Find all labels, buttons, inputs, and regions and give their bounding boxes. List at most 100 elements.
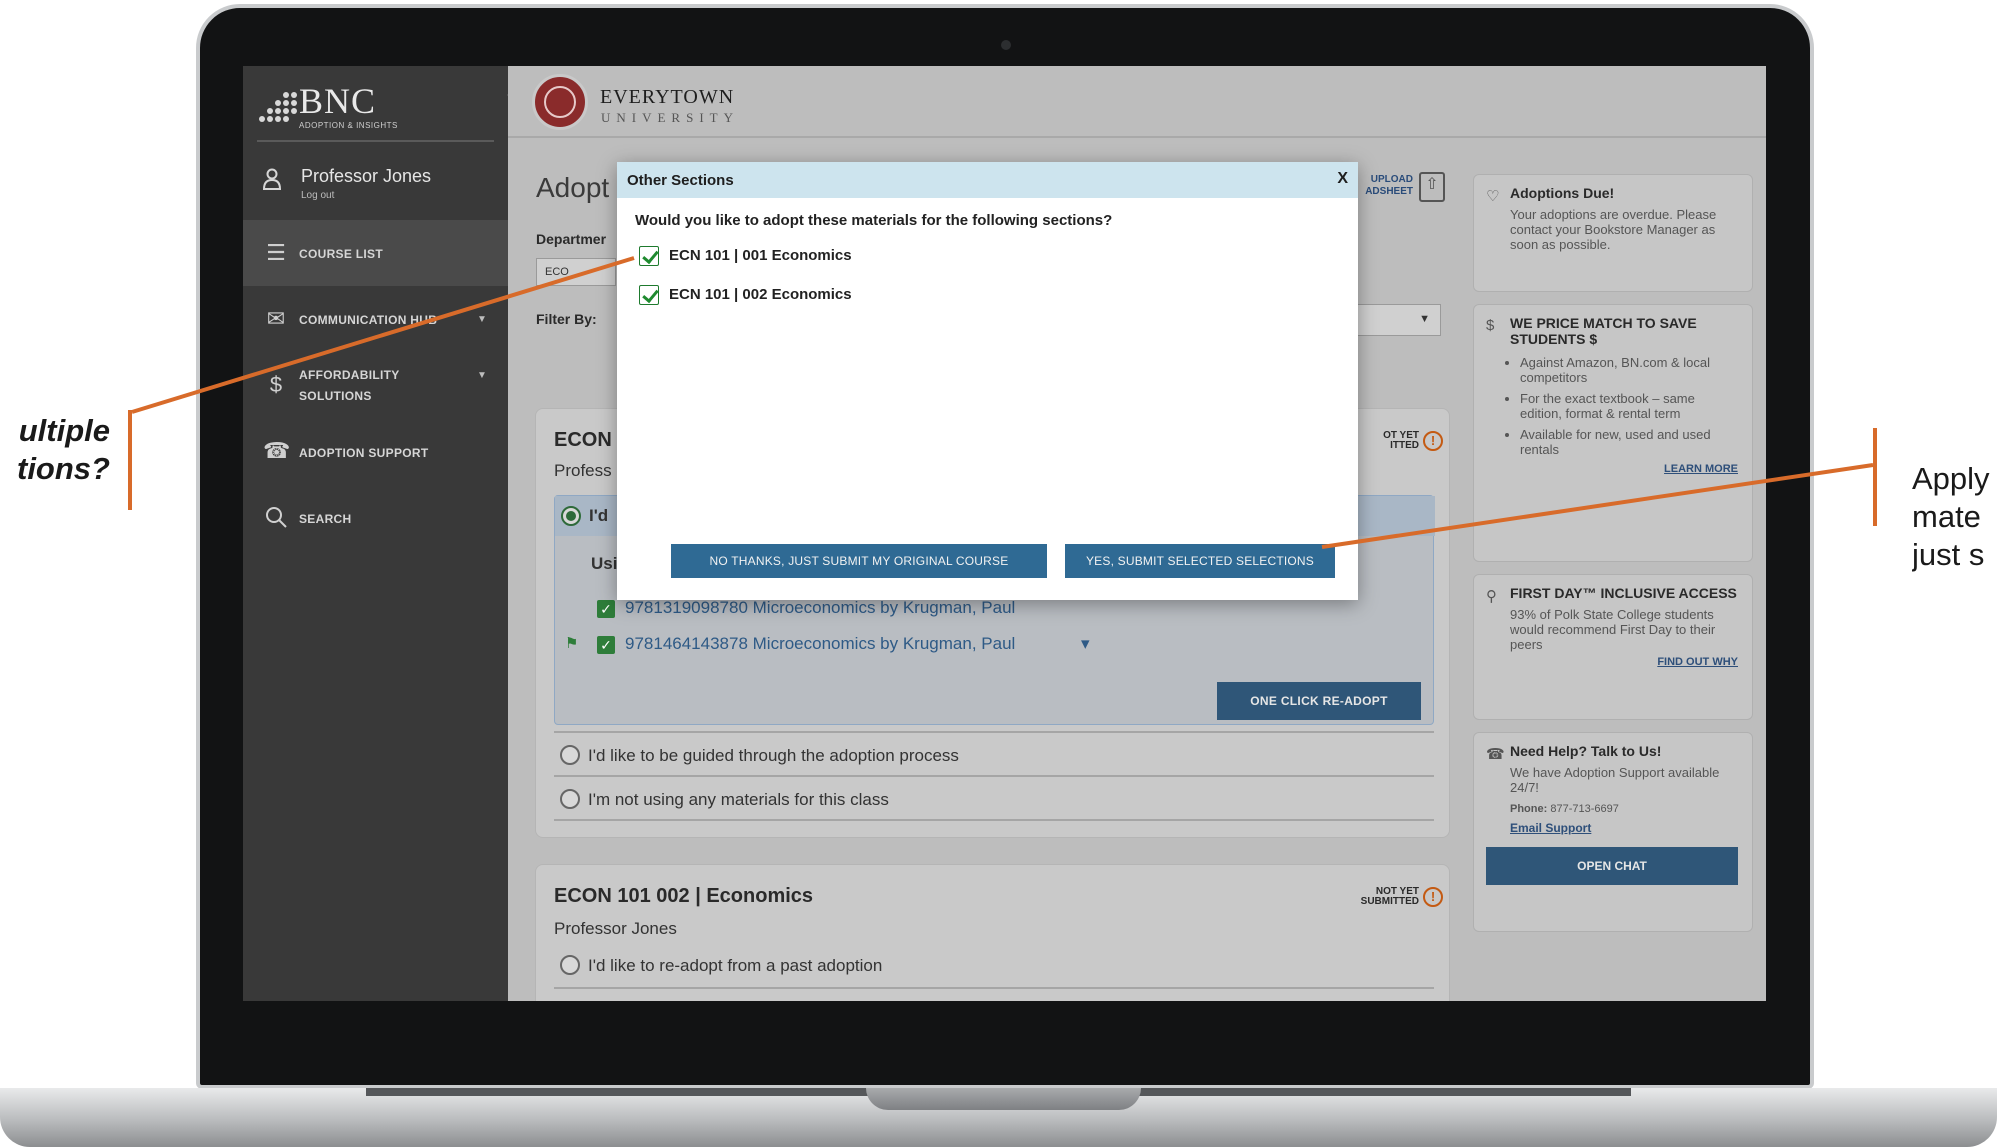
- open-chat-button[interactable]: OPEN CHAT: [1486, 847, 1738, 885]
- row-divider: [554, 819, 1434, 821]
- clipboard-icon: ☰: [266, 240, 286, 265]
- right-bracket: [1873, 428, 1877, 526]
- one-click-readopt-button[interactable]: ONE CLICK RE-ADOPT: [1217, 682, 1421, 720]
- find-out-why-link[interactable]: FIND OUT WHY: [1510, 656, 1738, 668]
- modal-header: Other Sections X: [617, 162, 1358, 198]
- department-label: Departmer: [536, 231, 607, 247]
- upload-label-line2: ADSHEET: [1365, 186, 1413, 197]
- guided-radio[interactable]: [560, 745, 580, 765]
- readopt-radio[interactable]: [561, 506, 581, 526]
- app-screen: BNC ADOPTION & INSIGHTS Professor Jones …: [243, 66, 1766, 1001]
- camera: [1001, 40, 1011, 50]
- readopt-label: I'd: [589, 506, 609, 525]
- sidebar-item-label: COURSE LIST: [299, 247, 383, 261]
- logout-link[interactable]: Log out: [301, 190, 334, 201]
- sidebar-item-label-2: SOLUTIONS: [299, 389, 372, 403]
- row-divider: [554, 731, 1434, 733]
- sidebar-item-affordability[interactable]: $ AFFORDABILITY SOLUTIONS ▼: [243, 352, 508, 418]
- user-name: Professor Jones: [301, 166, 432, 186]
- section-label: ECN 101 | 001 Economics: [669, 247, 852, 264]
- filter-label: Filter By:: [536, 311, 597, 327]
- modal-question: Would you like to adopt these materials …: [635, 212, 1113, 229]
- book2-checkbox[interactable]: ✓: [597, 636, 615, 654]
- price-match-card: $ WE PRICE MATCH TO SAVE STUDENTS $ Agai…: [1473, 304, 1753, 562]
- book1-link[interactable]: 9781319098780 Microeconomics by Krugman,…: [625, 598, 1015, 618]
- phone-number: 877-713-6697: [1550, 803, 1619, 815]
- yes-submit-button[interactable]: YES, SUBMIT SELECTED SELECTIONS: [1065, 544, 1335, 578]
- user-profile: Professor Jones Log out: [263, 166, 503, 206]
- page-title: Adopt: [536, 172, 610, 203]
- university-name: EVERYTOWN: [600, 86, 735, 108]
- flag-icon: ⚑: [565, 635, 579, 652]
- close-icon[interactable]: X: [1337, 170, 1348, 188]
- book2-link[interactable]: 9781464143878 Microeconomics by Krugman,…: [625, 634, 1015, 654]
- row-divider: [554, 987, 1434, 989]
- list-item: Against Amazon, BN.com & local competito…: [1520, 355, 1738, 385]
- logo-subtitle: ADOPTION & INSIGHTS: [299, 121, 398, 130]
- upload-spreadsheet-button[interactable]: UPLOAD ADSHEET ⇧: [1353, 172, 1453, 208]
- header: EVERYTOWN UNIVERSITY: [508, 66, 1766, 138]
- card-title: Need Help? Talk to Us!: [1510, 743, 1662, 759]
- need-help-card: ☎ Need Help? Talk to Us! We have Adoptio…: [1473, 732, 1753, 932]
- search-icon: ⚲: [1486, 588, 1497, 605]
- sidebar-item-course-list[interactable]: ☰ COURSE LIST: [243, 220, 508, 286]
- alert-icon: !: [1423, 887, 1443, 907]
- sidebar-item-label: AFFORDABILITY: [299, 368, 400, 382]
- bnc-logo[interactable]: BNC ADOPTION & INSIGHTS: [257, 78, 497, 138]
- bell-icon: ♡: [1486, 188, 1500, 205]
- left-callout-line1: ultiple: [18, 413, 110, 448]
- email-support-link[interactable]: Email Support: [1510, 821, 1738, 835]
- left-callout: ultiple tions?: [0, 412, 110, 488]
- sidebar: BNC ADOPTION & INSIGHTS Professor Jones …: [243, 66, 508, 1001]
- sidebar-item-search[interactable]: SEARCH: [243, 484, 508, 550]
- user-icon: [263, 168, 281, 190]
- modal-title: Other Sections: [627, 172, 734, 189]
- card-title: Adoptions Due!: [1510, 185, 1615, 201]
- laptop-notch: [866, 1088, 1141, 1110]
- logo-text: BNC: [299, 81, 377, 121]
- phone-icon: ☎: [263, 438, 291, 463]
- phone-label: Phone:: [1510, 803, 1548, 815]
- book1-checkbox[interactable]: ✓: [597, 600, 615, 618]
- row-divider: [554, 775, 1434, 777]
- not-using-label: I'm not using any materials for this cla…: [588, 790, 889, 809]
- no-thanks-button[interactable]: NO THANKS, JUST SUBMIT MY ORIGINAL COURS…: [671, 544, 1047, 578]
- course-professor: Profess: [554, 461, 612, 480]
- course-title: ECON 101 002 | Economics: [554, 885, 814, 907]
- not-using-radio[interactable]: [560, 789, 580, 809]
- chevron-down-icon: ▼: [477, 370, 487, 381]
- section-checkbox[interactable]: [639, 285, 659, 305]
- sidebar-item-label: SEARCH: [299, 512, 352, 526]
- course-card-econ101-002: ECON 101 002 | Economics Professor Jones…: [535, 864, 1450, 1001]
- upload-label: UPLOAD ADSHEET: [1353, 174, 1413, 198]
- university-seal-icon: [532, 74, 588, 130]
- section-checkbox[interactable]: [639, 246, 659, 266]
- card-body: Your adoptions are overdue. Please conta…: [1510, 207, 1717, 252]
- learn-more-link[interactable]: LEARN MORE: [1510, 463, 1738, 475]
- right-callout-line3: just s: [1912, 537, 1985, 572]
- right-callout-line2: mate: [1912, 499, 1981, 534]
- card-body: We have Adoption Support available 24/7!: [1510, 765, 1720, 795]
- course-professor: Professor Jones: [554, 919, 677, 938]
- readopt-label: I'd like to re-adopt from a past adoptio…: [588, 956, 883, 975]
- upload-label-line1: UPLOAD: [1370, 174, 1413, 185]
- sidebar-item-adoption-support[interactable]: ☎ ADOPTION SUPPORT: [243, 418, 508, 484]
- card-body: 93% of Polk State College students would…: [1510, 607, 1716, 652]
- sidebar-item-communication-hub[interactable]: ✉ COMMUNICATION HUB ▼: [243, 286, 508, 352]
- chevron-down-icon[interactable]: ▾: [1081, 634, 1090, 654]
- status-line2: SUBMITTED: [1360, 896, 1419, 907]
- readopt-radio[interactable]: [560, 955, 580, 975]
- right-callout: Apply mate just s: [1912, 460, 1997, 574]
- section-label: ECN 101 | 002 Economics: [669, 286, 852, 303]
- caret-down-icon: ▼: [1419, 313, 1430, 325]
- first-day-card: ⚲ FIRST DAY™ INCLUSIVE ACCESS 93% of Pol…: [1473, 574, 1753, 720]
- sidebar-item-label: ADOPTION SUPPORT: [299, 446, 429, 460]
- chevron-down-icon: ▼: [477, 314, 487, 325]
- left-bracket: [128, 410, 132, 510]
- university-subtitle: UNIVERSITY: [601, 110, 739, 125]
- department-select[interactable]: ECO: [536, 258, 616, 286]
- adoptions-due-card: ♡ Adoptions Due! Your adoptions are over…: [1473, 174, 1753, 292]
- status-badge: NOT YET SUBMITTED !: [1319, 887, 1443, 907]
- sidebar-divider: [257, 140, 494, 142]
- card-title: FIRST DAY™ INCLUSIVE ACCESS: [1510, 585, 1737, 601]
